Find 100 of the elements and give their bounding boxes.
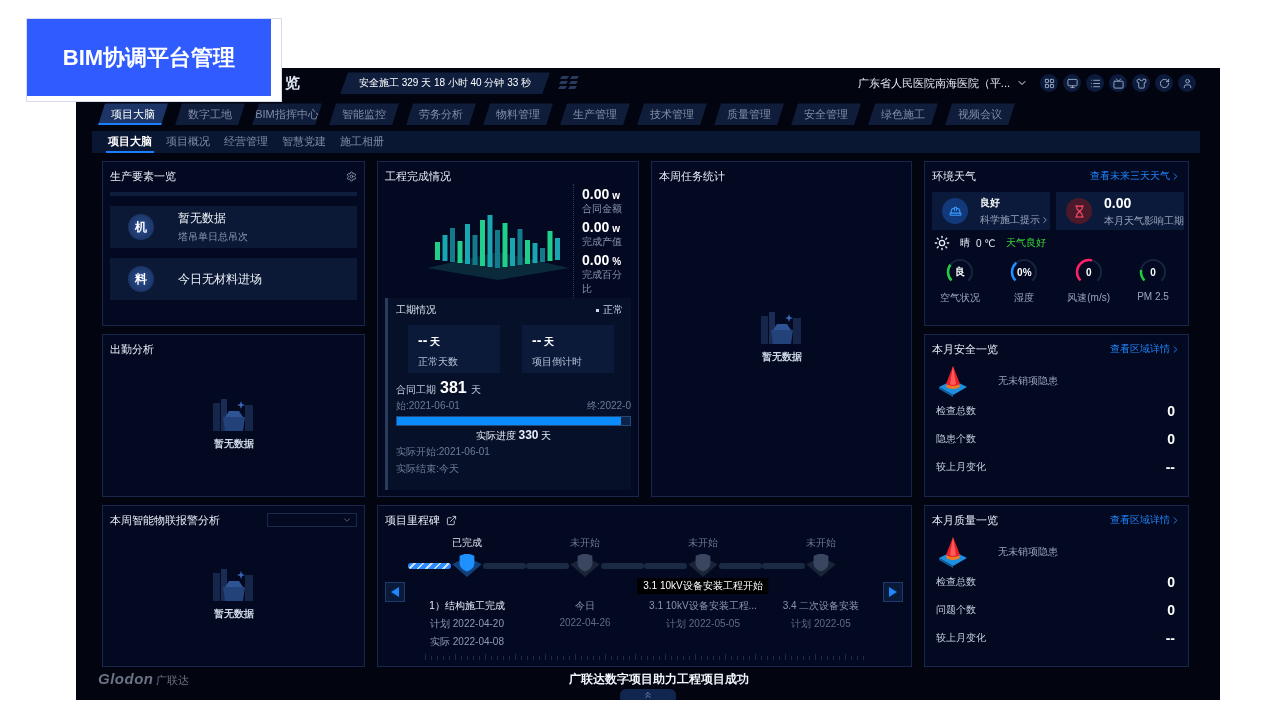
item-title: 暂无数据 (178, 210, 227, 227)
panel-title: 本周智能物联报警分析 (110, 512, 220, 528)
milestone-status: 已完成 (452, 535, 482, 550)
nav-tab[interactable]: 项目大脑 (98, 103, 168, 126)
tip-link[interactable]: 科学施工提示 (980, 212, 1050, 227)
sub-tab[interactable]: 智慧党建 (280, 131, 328, 153)
schedule-title: 工期情况 (396, 303, 436, 317)
milestone-date: 实际 2022-04-08 (430, 634, 504, 649)
weather-status: 天气良好 (1005, 236, 1046, 250)
schedule-status: 正常 (596, 303, 623, 317)
panel-title: 工程完成情况 (385, 168, 451, 184)
stat-label: 完成百分比 (582, 268, 623, 297)
nav-tab[interactable]: BIM指挥中心 (252, 103, 322, 126)
day-value: -- 天 (418, 332, 442, 349)
end-date: 终:2022-0 (587, 399, 631, 413)
stat-value: 0 (1167, 431, 1175, 447)
hazard-note: 无未销项隐患 (998, 374, 1058, 388)
nav-tab[interactable]: 智能监控 (329, 103, 399, 126)
stat-value: 0 (1167, 403, 1175, 419)
hazard-note: 无未销项隐患 (998, 545, 1058, 559)
milestone-status: 未开始 (806, 535, 836, 550)
details-link[interactable]: 查看区域详情 (1110, 513, 1181, 527)
project-selector[interactable]: 广东省人民医院南海医院（平... (857, 75, 1028, 91)
actual-end: 实际结束:今天 (396, 462, 460, 476)
nav-tab[interactable]: 物料管理 (483, 103, 553, 126)
stat-label: 问题个数 (936, 603, 976, 617)
stat-label: 完成产值 (582, 235, 623, 249)
nav-tab[interactable]: 视频会议 (945, 103, 1015, 126)
nav-tab[interactable]: 生产管理 (560, 103, 630, 126)
gauge-label: 湿度 (1014, 291, 1035, 305)
contract-label: 合同工期 (396, 383, 436, 397)
details-link[interactable]: 查看区域详情 (1110, 342, 1181, 356)
sub-tab[interactable]: 施工相册 (338, 131, 386, 153)
panel-title: 出勤分析 (110, 341, 154, 357)
sub-tab[interactable]: 项目概况 (164, 131, 212, 153)
nav-tab[interactable]: 质量管理 (714, 103, 784, 126)
day-label: 正常天数 (418, 355, 459, 369)
nav-tab[interactable]: 安全管理 (791, 103, 861, 126)
forecast-link[interactable]: 查看未来三天天气 (1090, 169, 1181, 183)
stat-value: 0.00 w (582, 219, 622, 235)
brand-name: 广联达 (155, 673, 189, 688)
item-subtitle: 塔吊单日总吊次 (178, 230, 248, 244)
empty-state-text: 暂无数据 (761, 350, 802, 364)
stat-label: 隐患个数 (936, 432, 976, 446)
gauge-label: 风速(m/s) (1067, 291, 1111, 305)
nav-tab[interactable]: 劳务分析 (406, 103, 476, 126)
weather-condition: 晴 (960, 236, 970, 250)
milestone-name: 3.1 10kV设备安装工程... (649, 598, 757, 613)
brand-logo: Glodon (98, 670, 154, 687)
contract-days: 381 (440, 379, 467, 397)
card-label: 本月天气影响工期 (1104, 213, 1184, 228)
footer-slogan: 广联达数字项目助力工程项目成功 (569, 670, 749, 688)
contract-unit: 天 (470, 383, 481, 397)
nav-tab[interactable]: 技术管理 (637, 103, 707, 126)
stat-value: 0.00 % (582, 252, 623, 269)
panel-title: 本月安全一览 (932, 341, 998, 357)
day-label: 项目倒计时 (532, 355, 583, 369)
panel-title: 环境天气 (932, 168, 976, 184)
stat-label: 较上月变化 (936, 460, 986, 474)
panel-title: 本周任务统计 (659, 168, 725, 184)
gauge-label: 空气状况 (940, 291, 980, 305)
item-title: 今日无材料进场 (178, 270, 262, 288)
day-value: -- 天 (532, 332, 556, 349)
category-badge: 机 (128, 214, 154, 240)
milestone-name: 1）结构施工完成 (429, 598, 505, 613)
start-date: 始:2021-06-01 (396, 399, 460, 413)
tooltip: 3.1 10kV设备安装工程开始 (637, 577, 769, 594)
page-title-label: BIM协调平台管理 (27, 19, 271, 96)
milestone-status: 未开始 (570, 535, 600, 550)
gauge-value: 0 (1085, 266, 1092, 278)
actual-start: 实际开始:2021-06-01 (396, 445, 491, 459)
stat-value: 0 (1167, 602, 1175, 618)
card-value: 良好 (980, 195, 1001, 210)
milestone-date: 计划 2022-04-20 (430, 616, 504, 631)
progress-label: 实际进度 330 天 (474, 428, 553, 443)
milestone-name: 今日 (575, 598, 595, 613)
sub-tab[interactable]: 项目大脑 (106, 131, 154, 153)
milestone-date: 计划 2022-05 (791, 616, 851, 631)
gauge-label: PM 2.5 (1137, 291, 1169, 302)
stat-value: 0.00 w (582, 185, 622, 202)
nav-tab[interactable]: 绿色施工 (868, 103, 938, 126)
stat-label: 合同金额 (582, 201, 623, 216)
milestone-name: 3.4 二次设备安装 (782, 598, 860, 613)
nav-tab[interactable]: 数字工地 (175, 103, 245, 126)
category-badge: 料 (128, 266, 154, 292)
temperature: 0 ℃ (976, 237, 996, 249)
card-value: 0.00 (1104, 194, 1133, 211)
panel-title: 生产要素一览 (110, 168, 176, 184)
empty-state-text: 暂无数据 (213, 436, 254, 451)
gauge-value: 0 (1150, 266, 1156, 278)
gauge-value: 良 (955, 265, 965, 279)
stat-label: 检查总数 (936, 404, 976, 418)
stat-value: 0 (1167, 574, 1175, 590)
stat-value: -- (1165, 630, 1175, 646)
panel-title: 本月质量一览 (932, 512, 998, 528)
stat-label: 较上月变化 (936, 631, 986, 645)
gauge-value: 0% (1017, 266, 1032, 278)
stat-label: 检查总数 (936, 575, 976, 589)
milestone-date: 2022-04-26 (559, 616, 611, 628)
sub-tab[interactable]: 经营管理 (222, 131, 270, 153)
